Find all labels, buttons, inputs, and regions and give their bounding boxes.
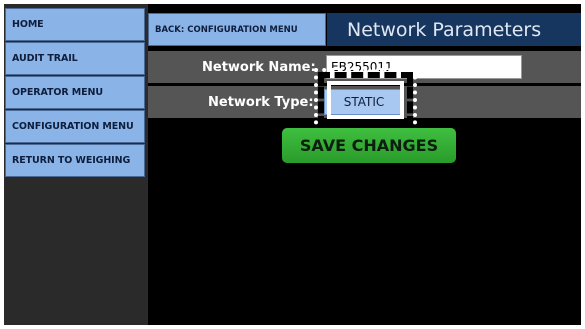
sidebar-item-configuration-menu[interactable]: CONFIGURATION MENU bbox=[5, 110, 145, 143]
sidebar: HOME AUDIT TRAIL OPERATOR MENU CONFIGURA… bbox=[4, 4, 146, 325]
network-name-label: Network Name: bbox=[202, 59, 316, 75]
main-panel: BACK: CONFIGURATION MENU Network Paramet… bbox=[148, 4, 581, 325]
sidebar-item-audit-trail[interactable]: AUDIT TRAIL bbox=[5, 42, 145, 75]
network-name-input[interactable] bbox=[326, 55, 522, 79]
network-type-label: Network Type: bbox=[208, 94, 314, 110]
sidebar-item-return-to-weighing[interactable]: RETURN TO WEIGHING bbox=[5, 144, 145, 177]
network-type-select[interactable]: STATIC bbox=[324, 89, 404, 115]
sidebar-item-operator-menu[interactable]: OPERATOR MENU bbox=[5, 76, 145, 109]
sidebar-item-home[interactable]: HOME bbox=[5, 8, 145, 41]
save-changes-button[interactable]: SAVE CHANGES bbox=[282, 128, 456, 163]
page-title: Network Parameters bbox=[327, 13, 581, 46]
app-frame: HOME AUDIT TRAIL OPERATOR MENU CONFIGURA… bbox=[4, 4, 581, 325]
back-button[interactable]: BACK: CONFIGURATION MENU bbox=[148, 13, 326, 46]
